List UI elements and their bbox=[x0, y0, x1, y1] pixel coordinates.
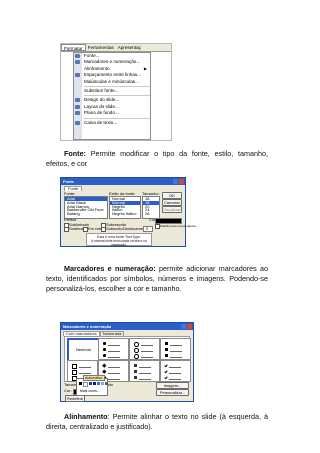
help-icon[interactable] bbox=[181, 324, 186, 329]
swatch[interactable] bbox=[93, 382, 96, 385]
bullet-option-circle[interactable] bbox=[129, 338, 160, 360]
paragraph-fonte: Fonte: Permite modificar o tipo da fonte… bbox=[46, 149, 268, 169]
effect-label: Sombra bbox=[69, 225, 84, 231]
list-item[interactable]: Negrito Itálico bbox=[110, 212, 140, 216]
menu-separator bbox=[84, 117, 150, 119]
close-icon[interactable] bbox=[187, 324, 192, 329]
format-menu-screenshot: Formatar Ferramentas Apresentaç Fonte...… bbox=[60, 43, 172, 141]
reset-button[interactable]: Redefinir bbox=[65, 395, 85, 402]
menu-item-maiusculas[interactable]: Maiúsculas e minúsculas... bbox=[74, 79, 150, 85]
menu-apresentacao[interactable]: Apresentaç bbox=[116, 44, 143, 51]
bullet-option-square[interactable] bbox=[160, 338, 191, 360]
menu-ferramentas[interactable]: Ferramentas bbox=[86, 44, 116, 51]
line-spacing-icon bbox=[75, 73, 80, 78]
menu-separator bbox=[84, 85, 150, 87]
menu-separator bbox=[84, 95, 150, 97]
cancel-button[interactable]: Cancelar bbox=[162, 199, 182, 206]
dialog-titlebar: Marcadores e numeração bbox=[61, 323, 193, 330]
dialog-title: Fonte bbox=[63, 179, 74, 184]
close-icon[interactable] bbox=[179, 179, 184, 184]
help-icon[interactable] bbox=[173, 179, 178, 184]
ok-button[interactable]: OK bbox=[162, 192, 182, 199]
offset-input[interactable]: 0 bbox=[143, 226, 153, 232]
image-button[interactable]: Imagem... bbox=[156, 382, 189, 389]
font-list[interactable]: Arial Arial Black Arial Narrow Baskervil… bbox=[64, 196, 108, 219]
bullet-option-arrow[interactable] bbox=[129, 360, 160, 382]
color-palette-popup: Automático Mais cores... bbox=[76, 375, 108, 396]
textbox-icon bbox=[75, 120, 80, 125]
swatch[interactable] bbox=[89, 382, 92, 385]
default-label: Padrão para novos objetos bbox=[160, 223, 196, 228]
term-marcadores: Marcadores e numeração: bbox=[64, 264, 156, 273]
paragraph-marcadores: Marcadores e numeração: permite adiciona… bbox=[46, 264, 268, 294]
paragraph-alinhamento: Alinhamento: Permite alinhar o texto no … bbox=[46, 412, 268, 432]
list-item[interactable]: 28 bbox=[143, 212, 159, 216]
swatch[interactable] bbox=[79, 382, 82, 385]
style-list[interactable]: Normal Normal Negrito Itálico Negrito It… bbox=[109, 196, 141, 219]
swatch[interactable] bbox=[97, 382, 100, 385]
font-dialog-screenshot: Fonte Fonte Fonte: Arial Arial Black Ari… bbox=[60, 177, 196, 247]
bullet-option-check[interactable] bbox=[160, 360, 191, 382]
popup-label: Automático bbox=[83, 375, 105, 381]
menubar: Formatar Ferramentas Apresentaç bbox=[61, 44, 171, 52]
menu-item-substituir-fonte[interactable]: Substituir fonte... bbox=[74, 88, 150, 94]
color-label: Cor: bbox=[64, 388, 72, 393]
font-preview: Esta é uma fonte TrueType. A mesma fonte… bbox=[86, 233, 152, 247]
format-dropdown: Fonte... Marcadores e numeração... Alinh… bbox=[73, 52, 151, 140]
preview-button[interactable]: Visualizar bbox=[162, 206, 182, 213]
term-alinhamento: Alinhamento bbox=[64, 412, 108, 421]
bullet-option-dot[interactable] bbox=[98, 338, 129, 360]
font-icon bbox=[75, 54, 80, 58]
effect-label: Subscrito bbox=[106, 225, 123, 231]
menu-item-caixa-texto[interactable]: Caixa de texto... bbox=[74, 120, 150, 126]
bullets-icon bbox=[75, 60, 80, 65]
term-fonte: Fonte: bbox=[64, 149, 86, 158]
dialog-titlebar: Fonte bbox=[61, 178, 185, 185]
color-swatches bbox=[79, 382, 108, 387]
swatch[interactable] bbox=[105, 382, 108, 385]
swatch[interactable] bbox=[101, 382, 104, 385]
more-colors-link[interactable]: Mais cores... bbox=[80, 389, 100, 393]
slide-design-icon bbox=[75, 98, 80, 103]
customize-button[interactable]: Personalizar... bbox=[156, 389, 189, 396]
dialog-title: Marcadores e numeração bbox=[63, 324, 112, 329]
background-icon bbox=[75, 111, 80, 116]
swatch[interactable] bbox=[83, 382, 88, 387]
bullet-option-none[interactable]: Nenhum bbox=[67, 338, 100, 362]
menu-formatar[interactable]: Formatar bbox=[61, 44, 86, 51]
slide-layout-icon bbox=[75, 104, 80, 109]
menu-item-plano-fundo[interactable]: Plano de fundo... bbox=[74, 110, 150, 116]
preview-note-text: A mesma fonte será usada na tela e na im… bbox=[91, 239, 147, 247]
list-item[interactable]: Batang bbox=[65, 212, 107, 216]
size-list[interactable]: 18 18 20 24 28 bbox=[142, 196, 160, 219]
